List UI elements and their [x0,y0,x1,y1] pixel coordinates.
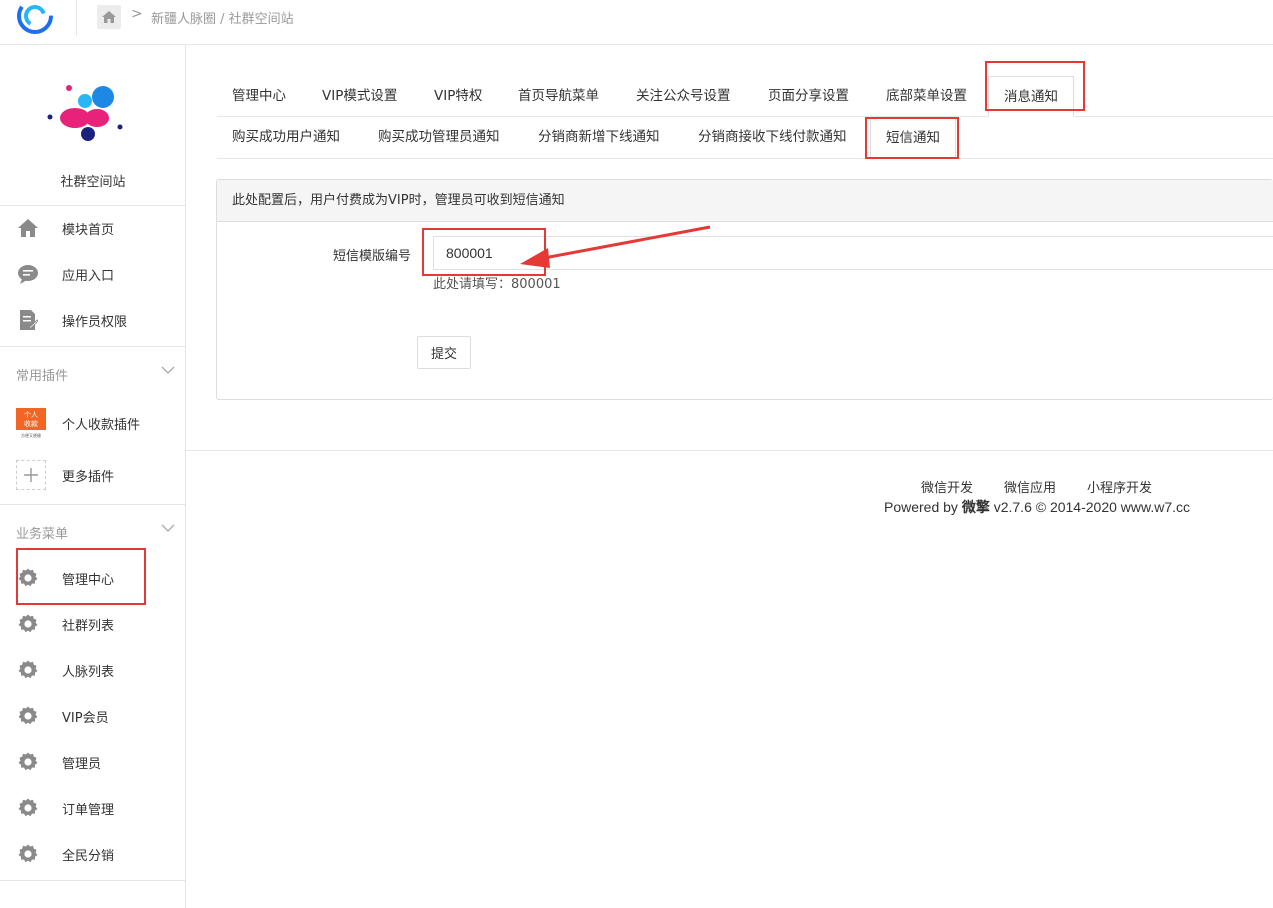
sidebar-item-label: 社群列表 [62,619,115,634]
sidebar-item-vip-member[interactable]: VIP会员 [0,698,186,734]
footer-link[interactable]: 小程序开发 [1087,481,1152,496]
tab-home-nav[interactable]: 首页导航菜单 [518,76,599,117]
footer-link[interactable]: 微信应用 [1004,481,1056,496]
sidebar-item-label: 模块首页 [62,223,115,238]
sidebar-divider [0,504,186,505]
tab-management-center[interactable]: 管理中心 [232,76,286,117]
powered-brand[interactable]: 微擎 [962,499,990,515]
chevron-down-icon[interactable] [160,365,176,375]
breadcrumb-separator: > [131,6,143,22]
brand-name: 社群空间站 [60,175,126,190]
powered-prefix: Powered by [884,499,962,515]
sidebar-item-group-list[interactable]: 社群列表 [0,606,186,642]
home-icon [17,217,39,239]
personal-payment-icon: 个人 收款 方便又便捷 [16,408,46,438]
submit-button[interactable]: 提交 [417,336,471,369]
home-button[interactable] [97,5,121,29]
chevron-down-icon[interactable] [160,523,176,533]
home-icon [102,11,116,23]
chat-icon [17,263,39,285]
tab-vip-privilege[interactable]: VIP特权 [434,76,482,117]
sidebar-item-app-entry[interactable]: 应用入口 [0,256,186,292]
subtab-admin-purchase[interactable]: 购买成功管理员通知 [378,117,500,158]
sidebar-item-label: 操作员权限 [62,315,128,330]
tab-follow-account[interactable]: 关注公众号设置 [636,76,731,117]
svg-text:收款: 收款 [24,419,38,428]
gear-icon [17,843,39,865]
sidebar-divider [0,880,186,881]
brand-logo-icon [47,85,123,141]
highlight-box [16,548,146,605]
main-tabs: 管理中心 VIP模式设置 VIP特权 首页导航菜单 关注公众号设置 页面分享设置… [217,76,1273,117]
sidebar-item-contacts-list[interactable]: 人脉列表 [0,652,186,688]
sidebar-item-label: 个人收款插件 [62,418,141,433]
sidebar-item-module-home[interactable]: 模块首页 [0,210,186,246]
sidebar-item-label: 全民分销 [62,849,115,864]
app-logo-icon[interactable] [14,0,56,38]
gear-icon [17,751,39,773]
edit-doc-icon [17,309,39,331]
gear-icon [17,659,39,681]
tab-page-share[interactable]: 页面分享设置 [768,76,849,117]
arrow-annotation-icon [520,225,711,268]
sidebar-item-personal-payment[interactable]: 个人 收款 方便又便捷 个人收款插件 [0,405,186,441]
svg-text:方便又便捷: 方便又便捷 [21,432,41,438]
gear-icon [17,705,39,727]
sidebar-item-label: 管理员 [62,757,102,772]
footer-divider [186,450,1273,451]
section-title-plugins[interactable]: 常用插件 [16,365,68,384]
sidebar-item-label: VIP会员 [62,711,109,726]
tab-vip-mode[interactable]: VIP模式设置 [322,76,397,117]
header-divider [76,0,77,36]
gear-icon [17,797,39,819]
sms-template-label: 短信模版编号 [333,249,412,264]
sidebar-item-label: 更多插件 [62,470,115,485]
powered-suffix: v2.7.6 © 2014-2020 www.w7.cc [989,499,1191,515]
sidebar-item-order-management[interactable]: 订单管理 [0,790,186,826]
panel-heading: 此处配置后，用户付费成为VIP时，管理员可收到短信通知 [217,180,1273,222]
settings-panel: 此处配置后，用户付费成为VIP时，管理员可收到短信通知 短信模版编号 此处请填写… [216,179,1273,400]
footer-link[interactable]: 微信开发 [921,481,973,496]
gear-icon [17,613,39,635]
highlight-box [865,117,959,159]
subtab-distributor-payment[interactable]: 分销商接收下线付款通知 [698,117,847,158]
breadcrumb[interactable]: 新疆人脉圈 / 社群空间站 [151,8,294,27]
subtab-distributor-new[interactable]: 分销商新增下线通知 [538,117,660,158]
powered-by: Powered by 微擎 v2.7.6 © 2014-2020 www.w7.… [884,497,1190,517]
sidebar-divider [0,205,186,206]
section-title-business[interactable]: 业务菜单 [16,523,68,542]
tab-bottom-menu[interactable]: 底部菜单设置 [886,76,967,117]
sub-tabs: 购买成功用户通知 购买成功管理员通知 分销商新增下线通知 分销商接收下线付款通知… [217,117,1273,159]
highlight-box [985,61,1085,111]
sidebar-item-distribution[interactable]: 全民分销 [0,836,186,872]
sidebar-item-label: 订单管理 [62,803,115,818]
sidebar-divider [0,346,186,347]
footer-links: 微信开发 微信应用 小程序开发 [921,477,1152,496]
sidebar-item-admin[interactable]: 管理员 [0,744,186,780]
top-bar: > 新疆人脉圈 / 社群空间站 [0,0,1273,45]
sidebar-item-label: 人脉列表 [62,665,115,680]
sidebar-item-operator-permission[interactable]: 操作员权限 [0,302,186,338]
sidebar: 社群空间站 模块首页 应用入口 操作员权限 常用插件 个人 收款 方便又便捷 个… [0,45,186,908]
plus-icon [16,460,46,490]
sidebar-item-more-plugins[interactable]: 更多插件 [0,457,186,493]
sidebar-item-label: 应用入口 [62,269,115,284]
subtab-user-purchase[interactable]: 购买成功用户通知 [232,117,340,158]
svg-text:个人: 个人 [24,411,38,419]
